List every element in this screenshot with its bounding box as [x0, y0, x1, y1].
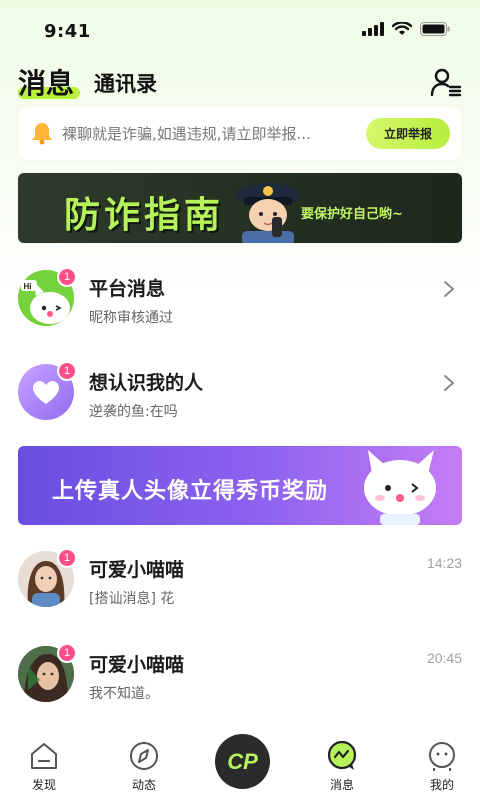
signal-icon: [362, 22, 384, 36]
chat-time: 14:23: [426, 555, 462, 571]
nav-label: 发现: [31, 778, 56, 792]
cat-mascot-icon: [364, 450, 436, 525]
nav-cp-label: CP: [227, 748, 258, 774]
upload-banner-text: 上传真人头像立得秀币奖励: [52, 479, 329, 504]
item-title: 平台消息: [89, 278, 166, 300]
item-subtitle: 昵称审核通过: [89, 310, 173, 326]
anti-fraud-banner[interactable]: 防诈指南 要保护好自己哟~: [18, 173, 462, 243]
nav-label: 动态: [131, 778, 156, 792]
wifi-icon: [392, 22, 412, 35]
nav-label: 消息: [329, 778, 354, 792]
chat-name: 可爱小喵喵: [89, 559, 185, 581]
profile-icon: [429, 742, 455, 771]
compass-icon: [130, 742, 158, 770]
unread-badge: 1: [57, 361, 77, 381]
who-likes-me-item[interactable]: 1 想认识我的人 逆袭的鱼:在吗: [0, 361, 480, 452]
home-icon: [31, 743, 57, 769]
nav-label: 我的: [429, 778, 454, 792]
nav-cp-button[interactable]: CP: [215, 734, 270, 789]
status-time: 9:41: [44, 21, 91, 42]
unread-badge: 1: [57, 267, 77, 287]
battery-icon: [420, 22, 450, 36]
nav-mine[interactable]: 我的: [412, 740, 472, 796]
chat-preview: 我不知道。: [89, 686, 159, 702]
chat-time: 20:45: [426, 650, 462, 666]
platform-messages-item[interactable]: Hi 1 平台消息 昵称审核通过: [0, 267, 480, 358]
police-officer-icon: [236, 183, 300, 243]
tab-contacts[interactable]: 通讯录: [94, 68, 157, 98]
report-button[interactable]: 立即举报: [366, 118, 450, 149]
tab-messages[interactable]: 消息: [18, 62, 74, 102]
fraud-banner-title: 防诈指南: [64, 195, 225, 236]
item-title: 想认识我的人: [89, 372, 204, 394]
nav-messages[interactable]: 消息: [312, 740, 372, 796]
contacts-list-icon[interactable]: [430, 66, 462, 98]
nav-moments[interactable]: 动态: [114, 740, 174, 796]
chat-item[interactable]: 1 可爱小喵喵 [搭讪消息] 花 14:23: [0, 548, 480, 639]
chat-bubble-icon: [327, 740, 357, 770]
fraud-banner-subtitle: 要保护好自己哟~: [301, 207, 403, 222]
status-icons: [362, 22, 450, 36]
status-bar: 9:41: [0, 0, 480, 60]
chevron-right-icon: [444, 281, 454, 297]
chat-item[interactable]: 1 可爱小喵喵 我不知道。 20:45: [0, 643, 480, 734]
header: 消息 通讯录: [0, 60, 480, 106]
unread-badge: 1: [57, 548, 77, 568]
chat-preview: [搭讪消息] 花: [89, 591, 175, 607]
svg-text:Hi: Hi: [24, 282, 32, 291]
unread-badge: 1: [57, 643, 77, 663]
chevron-right-icon: [444, 375, 454, 391]
notice-text: 裸聊就是诈骗,如遇违规,请立即举报...: [62, 125, 311, 143]
upload-avatar-banner[interactable]: 上传真人头像立得秀币奖励: [18, 446, 462, 525]
chat-name: 可爱小喵喵: [89, 654, 185, 676]
item-subtitle: 逆袭的鱼:在吗: [89, 404, 178, 420]
bell-icon: [32, 123, 52, 145]
bottom-nav: 发现 动态 CP 消息 我的: [0, 728, 480, 800]
nav-discover[interactable]: 发现: [14, 740, 74, 796]
report-notice: 裸聊就是诈骗,如遇违规,请立即举报... 立即举报: [18, 107, 462, 160]
